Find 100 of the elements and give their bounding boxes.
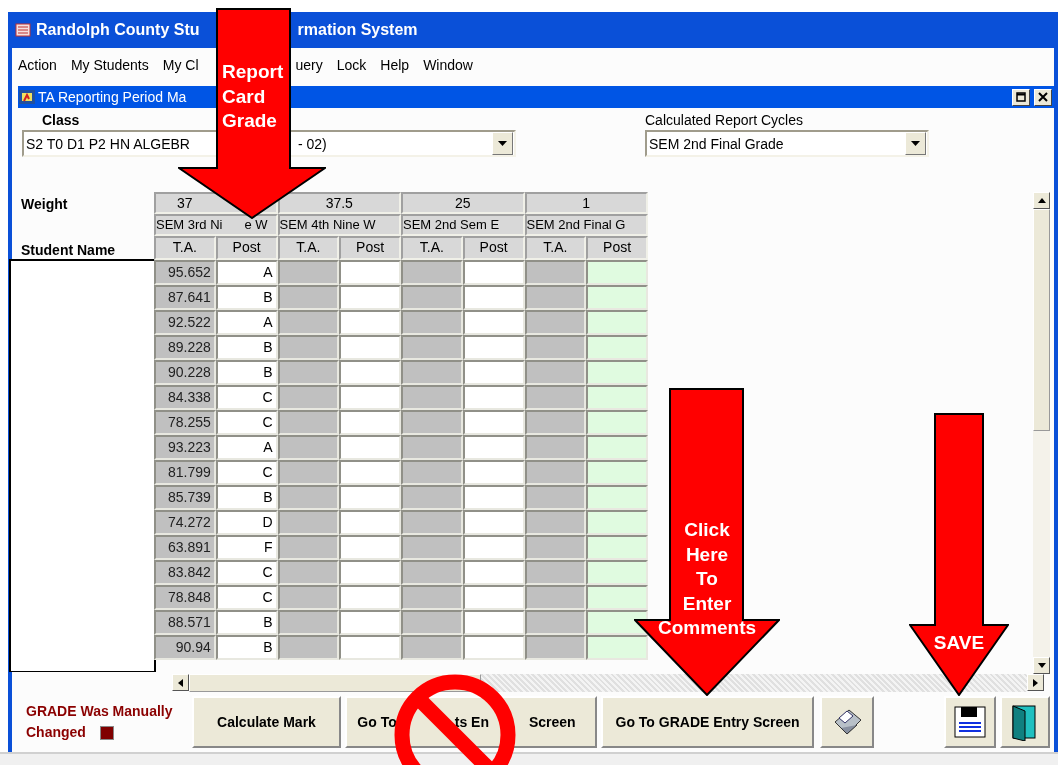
- grade-input-cell[interactable]: C: [215, 460, 278, 485]
- grade-input-cell[interactable]: [339, 260, 401, 285]
- grade-input-cell[interactable]: [339, 535, 401, 560]
- grade-input-cell[interactable]: [586, 635, 648, 660]
- grade-input-cell[interactable]: [462, 510, 525, 535]
- grade-input-cell[interactable]: C: [215, 585, 278, 610]
- grade-input-cell[interactable]: [586, 610, 648, 635]
- grade-input-cell[interactable]: [339, 585, 401, 610]
- app-icon: [14, 21, 32, 39]
- report-cycles-dropdown[interactable]: SEM 2nd Final Grade: [645, 130, 929, 157]
- grade-input-cell[interactable]: C: [215, 560, 278, 585]
- arrow-right-icon: [1033, 678, 1038, 687]
- grade-input-cell[interactable]: [586, 435, 648, 460]
- grade-cell: 83.842: [154, 560, 216, 585]
- menu-item[interactable]: Window: [423, 57, 473, 73]
- grade-input-cell[interactable]: C: [215, 410, 278, 435]
- grade-input-cell[interactable]: [462, 635, 525, 660]
- grade-cell: [277, 585, 340, 610]
- grade-input-cell[interactable]: [462, 260, 525, 285]
- grade-cell: [524, 610, 587, 635]
- grade-input-cell[interactable]: [462, 485, 525, 510]
- grade-input-cell[interactable]: [462, 410, 525, 435]
- callout-text: To: [696, 567, 718, 591]
- grade-input-cell[interactable]: [339, 560, 401, 585]
- grade-input-cell[interactable]: [462, 535, 525, 560]
- grade-cell: [401, 560, 463, 585]
- grade-input-cell[interactable]: B: [215, 360, 278, 385]
- grade-input-cell[interactable]: [586, 335, 648, 360]
- grade-input-cell[interactable]: [462, 310, 525, 335]
- grade-cell: [277, 260, 340, 285]
- grade-input-cell[interactable]: [462, 585, 525, 610]
- column-header: Post: [462, 236, 525, 260]
- grade-input-cell[interactable]: [586, 485, 648, 510]
- grade-input-cell[interactable]: [462, 285, 525, 310]
- grade-input-cell[interactable]: [339, 435, 401, 460]
- callout-text: SAVE: [933, 631, 985, 655]
- column-header: SEM 3rd Ni: [156, 216, 223, 234]
- grade-input-cell[interactable]: B: [215, 610, 278, 635]
- grade-cell: [277, 485, 340, 510]
- menu-item[interactable]: My Students: [70, 57, 149, 73]
- grade-input-cell[interactable]: [586, 560, 648, 585]
- grade-input-cell[interactable]: A: [215, 310, 278, 335]
- grade-input-cell[interactable]: [462, 460, 525, 485]
- close-button[interactable]: [1034, 88, 1052, 106]
- grade-input-cell[interactable]: B: [215, 335, 278, 360]
- grade-input-cell[interactable]: [586, 410, 648, 435]
- grade-input-cell[interactable]: F: [215, 535, 278, 560]
- action-button[interactable]: Go To GRADE Entry Screen: [600, 696, 815, 748]
- vertical-scrollbar[interactable]: [1033, 192, 1050, 674]
- grade-input-cell[interactable]: [586, 460, 648, 485]
- grade-input-cell[interactable]: B: [215, 635, 278, 660]
- grade-input-cell[interactable]: [339, 335, 401, 360]
- grade-input-cell[interactable]: B: [215, 285, 278, 310]
- grade-input-cell[interactable]: [586, 585, 648, 610]
- horizontal-scrollbar[interactable]: [172, 674, 1044, 692]
- grade-input-cell[interactable]: [339, 485, 401, 510]
- grade-input-cell[interactable]: A: [215, 260, 278, 285]
- grade-input-cell[interactable]: [462, 360, 525, 385]
- grade-input-cell[interactable]: [462, 335, 525, 360]
- grade-input-cell[interactable]: [586, 360, 648, 385]
- menu-item[interactable]: Help: [380, 57, 410, 73]
- save-button[interactable]: [944, 696, 997, 748]
- grade-input-cell[interactable]: [586, 285, 648, 310]
- grade-input-cell[interactable]: [339, 310, 401, 335]
- maximize-button[interactable]: [1012, 88, 1030, 106]
- menu-item[interactable]: Lock: [336, 57, 367, 73]
- grade-input-cell[interactable]: [586, 535, 648, 560]
- menu-item[interactable]: Action: [18, 57, 57, 73]
- grade-input-cell[interactable]: [462, 435, 525, 460]
- grade-input-cell[interactable]: [339, 410, 401, 435]
- grade-input-cell[interactable]: C: [215, 385, 278, 410]
- grade-input-cell[interactable]: [462, 560, 525, 585]
- grade-input-cell[interactable]: [586, 260, 648, 285]
- grade-input-cell[interactable]: [339, 635, 401, 660]
- grade-input-cell[interactable]: A: [215, 435, 278, 460]
- grade-input-cell[interactable]: [339, 610, 401, 635]
- grade-input-cell[interactable]: [586, 385, 648, 410]
- grade-input-cell[interactable]: [586, 310, 648, 335]
- exit-button[interactable]: [1000, 696, 1050, 748]
- grade-cell: 90.94: [154, 635, 216, 660]
- grade-cell: 84.338: [154, 385, 216, 410]
- grade-input-cell[interactable]: [339, 510, 401, 535]
- grade-input-cell[interactable]: [339, 285, 401, 310]
- grade-input-cell[interactable]: D: [215, 510, 278, 535]
- menu-item[interactable]: My Cl: [162, 57, 199, 73]
- grade-input-cell[interactable]: B: [215, 485, 278, 510]
- menu-item[interactable]: uery: [295, 57, 323, 73]
- action-button[interactable]: Calculate Mark: [191, 696, 342, 748]
- grade-input-cell[interactable]: [339, 360, 401, 385]
- grade-cell: [277, 285, 340, 310]
- grade-input-cell[interactable]: [462, 385, 525, 410]
- print-button[interactable]: [820, 696, 875, 748]
- grade-input-cell[interactable]: [339, 385, 401, 410]
- grade-cell: 78.848: [154, 585, 216, 610]
- grade-cell: 63.891: [154, 535, 216, 560]
- grade-cell: 81.799: [154, 460, 216, 485]
- checkbox[interactable]: [99, 725, 114, 740]
- grade-input-cell[interactable]: [586, 510, 648, 535]
- grade-input-cell[interactable]: [462, 610, 525, 635]
- grade-input-cell[interactable]: [339, 460, 401, 485]
